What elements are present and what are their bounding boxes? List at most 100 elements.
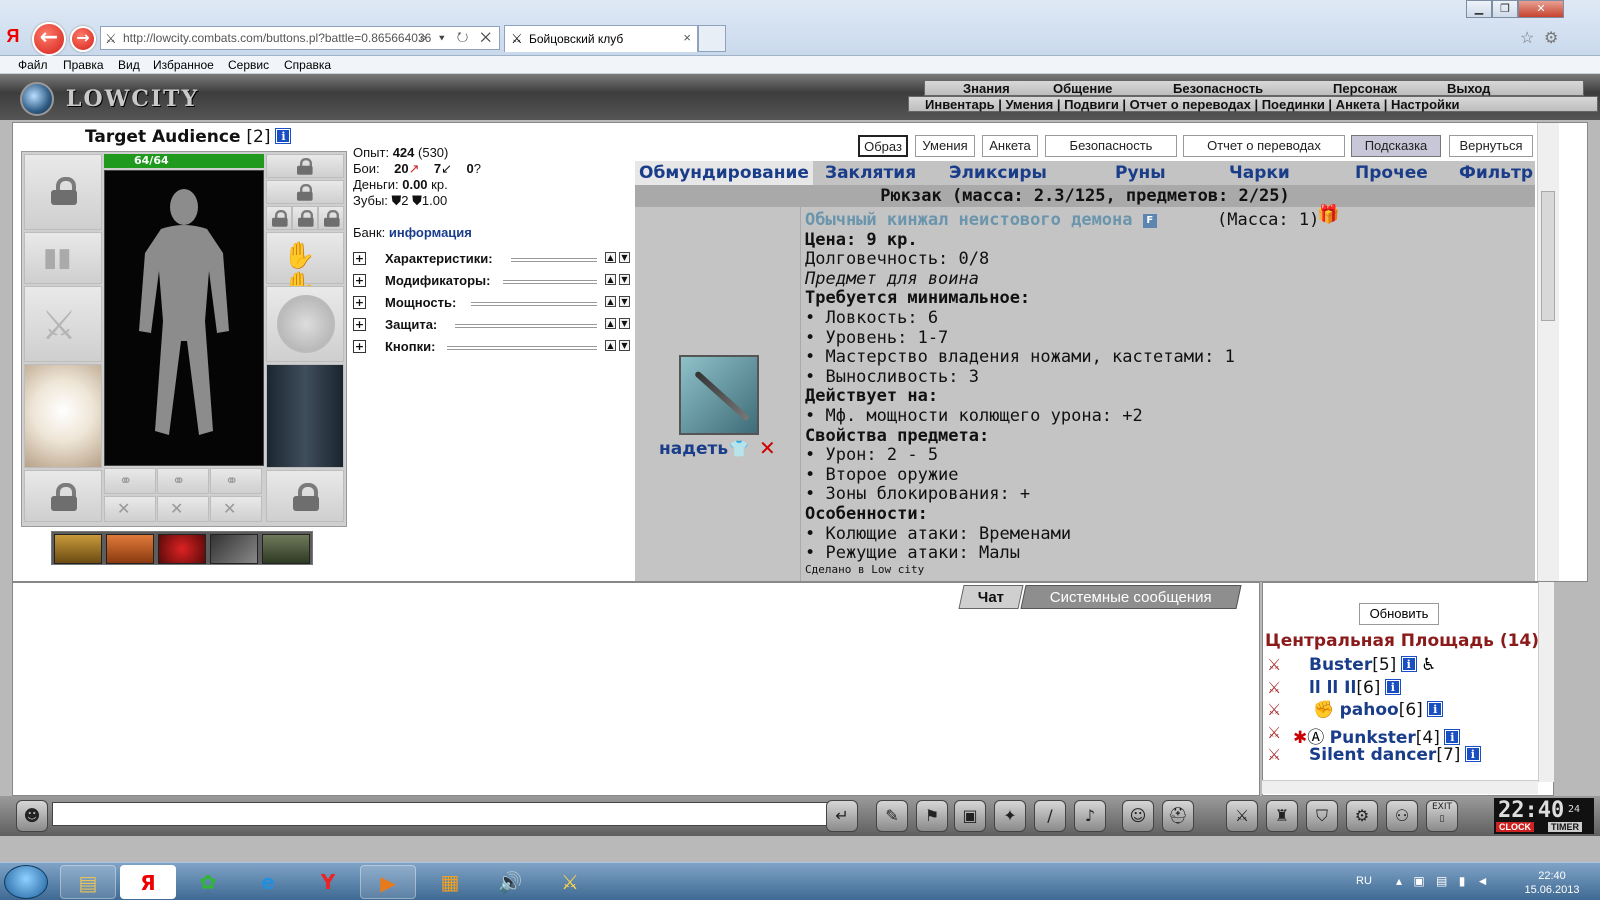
user-row[interactable]: ⚔ Buster[5] i ♿ [1267,655,1436,677]
up-arrow-icon[interactable]: ▲ [605,340,616,351]
translit-icon[interactable]: / [1034,800,1066,832]
dagger-item-image[interactable] [679,355,759,435]
belt-slot-2[interactable]: ⚭ [157,468,209,494]
ring-slot[interactable] [24,470,102,522]
info-icon[interactable]: i [1445,730,1460,744]
bag-icon[interactable]: ♜ [1266,800,1298,832]
effect-icon-1[interactable] [54,534,102,564]
btn-return[interactable]: Вернуться [1449,135,1533,157]
shield-slot[interactable] [266,286,344,362]
ie-icon[interactable]: e [240,865,296,899]
amulet-slot[interactable] [266,180,344,204]
pants-slot[interactable] [266,364,344,468]
down-arrow-icon[interactable]: ▼ [619,318,630,329]
up-arrow-icon[interactable]: ▲ [605,296,616,307]
nav-character[interactable]: Персонаж [1333,81,1397,96]
equip-link[interactable]: надеть [659,439,728,459]
ring-slot-1[interactable] [266,206,292,230]
user-name[interactable]: ll ll Il [1309,678,1356,698]
tab-system-messages[interactable]: Системные сообщения [1020,585,1242,609]
group-icon[interactable]: ⚇ [1386,800,1418,832]
user-name[interactable]: Silent dancer [1309,745,1436,765]
fight-swords-icon[interactable]: ⚔ [1267,678,1281,697]
info-icon[interactable]: i [276,129,291,143]
section-characteristics[interactable]: + Характеристики: ▲ ▼ [353,251,643,267]
fight-swords-icon[interactable]: ⚔ [1267,700,1281,719]
tab-equipment[interactable]: Обмундирование [635,161,813,185]
scroll-thumb[interactable] [1541,191,1555,321]
sound-icon[interactable]: ♪ [1074,800,1106,832]
section-modifiers[interactable]: + Модификаторы: ▲ ▼ [353,273,643,289]
icq-flower-icon[interactable]: ✿ [180,865,236,899]
fighter-icon[interactable]: ✦ [994,800,1026,832]
yandex-icon[interactable]: Я [2,26,24,48]
user-row[interactable]: ⚔ ✊ pahoo[6] i [1267,700,1443,722]
address-bar[interactable]: ⚔ http://lowcity.combats.com/buttons.pl?… [100,26,500,50]
menu-tools[interactable]: Сервис [228,58,269,72]
pocket-slot-3[interactable]: ✕ [210,496,262,522]
expand-icon[interactable]: + [353,296,366,309]
section-buttons[interactable]: + Кнопки: ▲ ▼ [353,339,643,355]
info-icon[interactable]: i [1428,702,1443,716]
weapon-slot[interactable]: ⚔ [24,286,102,362]
effect-icon-2[interactable] [106,534,154,564]
online-hscrollbar[interactable] [1262,780,1538,794]
heart-effect-icon[interactable] [158,534,206,564]
menu-file[interactable]: Файл [18,58,48,72]
expand-icon[interactable]: + [353,252,366,265]
section-power[interactable]: + Мощность: ▲ ▼ [353,295,643,311]
pocket-slot-2[interactable]: ✕ [157,496,209,522]
tab-other[interactable]: Прочее [1355,163,1428,183]
btn-image[interactable]: Образ [858,135,908,157]
blade-effect-icon[interactable] [210,534,258,564]
info-icon[interactable]: i [1465,747,1480,761]
fight-swords-icon[interactable]: ⚔ [1267,655,1281,674]
clan-icon[interactable]: ⛉ [1306,800,1338,832]
window-close-button[interactable]: ✕ [1518,0,1564,18]
btn-hint[interactable]: Подсказка [1351,135,1441,157]
yandex-y-icon[interactable]: Y [300,865,356,899]
boots-slot[interactable] [266,470,344,522]
forward-button[interactable]: → [70,26,96,52]
menu-help[interactable]: Справка [284,58,331,72]
save-icon[interactable]: ▣ [954,800,986,832]
tab-chat[interactable]: Чат [958,585,1024,609]
expand-icon[interactable]: + [353,274,366,287]
shield-effect-icon[interactable] [262,534,310,564]
shirt-icon[interactable]: 👕 [729,439,749,458]
gift-icon[interactable]: 🎁 [1317,205,1339,225]
menu-edit[interactable]: Правка [63,58,104,72]
content-scrollbar[interactable] [1537,123,1559,581]
up-arrow-icon[interactable]: ▲ [605,252,616,263]
chat-head-icon[interactable]: ☻ [16,800,48,832]
menu-view[interactable]: Вид [118,58,140,72]
user-name[interactable]: Buster [1309,655,1372,675]
belt-slot-1[interactable]: ⚭ [104,468,156,494]
nav-security[interactable]: Безопасность [1173,81,1263,96]
up-arrow-icon[interactable]: ▲ [605,274,616,285]
btn-profile[interactable]: Анкета [982,135,1038,157]
window-minimize-button[interactable]: ▁ [1466,0,1492,18]
expand-icon[interactable]: + [353,340,366,353]
tray-clock[interactable]: 22:40 15.06.2013 [1516,869,1588,897]
nav-communication[interactable]: Общение [1053,81,1112,96]
address-tools-icons[interactable]: ⌕ ▾ ↻ ✕ [419,29,495,46]
battle-icon[interactable]: ⚔ [1226,800,1258,832]
section-defense[interactable]: + Защита: ▲ ▼ [353,317,643,333]
tab-close-icon[interactable]: × [683,30,691,45]
clock-label[interactable]: CLOCK [1496,822,1534,832]
user-row[interactable]: ⚔ ✱Ⓐ Punkster[4] i [1267,723,1460,748]
nav-exit[interactable]: Выход [1447,81,1490,96]
helmet-icon[interactable]: ⛑ [1162,800,1194,832]
window-maximize-button[interactable]: ❐ [1492,0,1518,18]
down-arrow-icon[interactable]: ▼ [619,340,630,351]
btn-skills[interactable]: Умения [915,135,975,157]
expand-icon[interactable]: + [353,318,366,331]
timer-label[interactable]: TIMER [1548,822,1582,832]
earring-slot[interactable] [266,154,344,178]
office-icon[interactable]: ▦ [422,865,478,899]
gloves-slot[interactable]: ✋✋ [266,232,344,301]
smiley-icon[interactable]: ☺ [1122,800,1154,832]
ring-slot-3[interactable] [318,206,344,230]
tab-charms[interactable]: Чарки [1229,163,1290,183]
